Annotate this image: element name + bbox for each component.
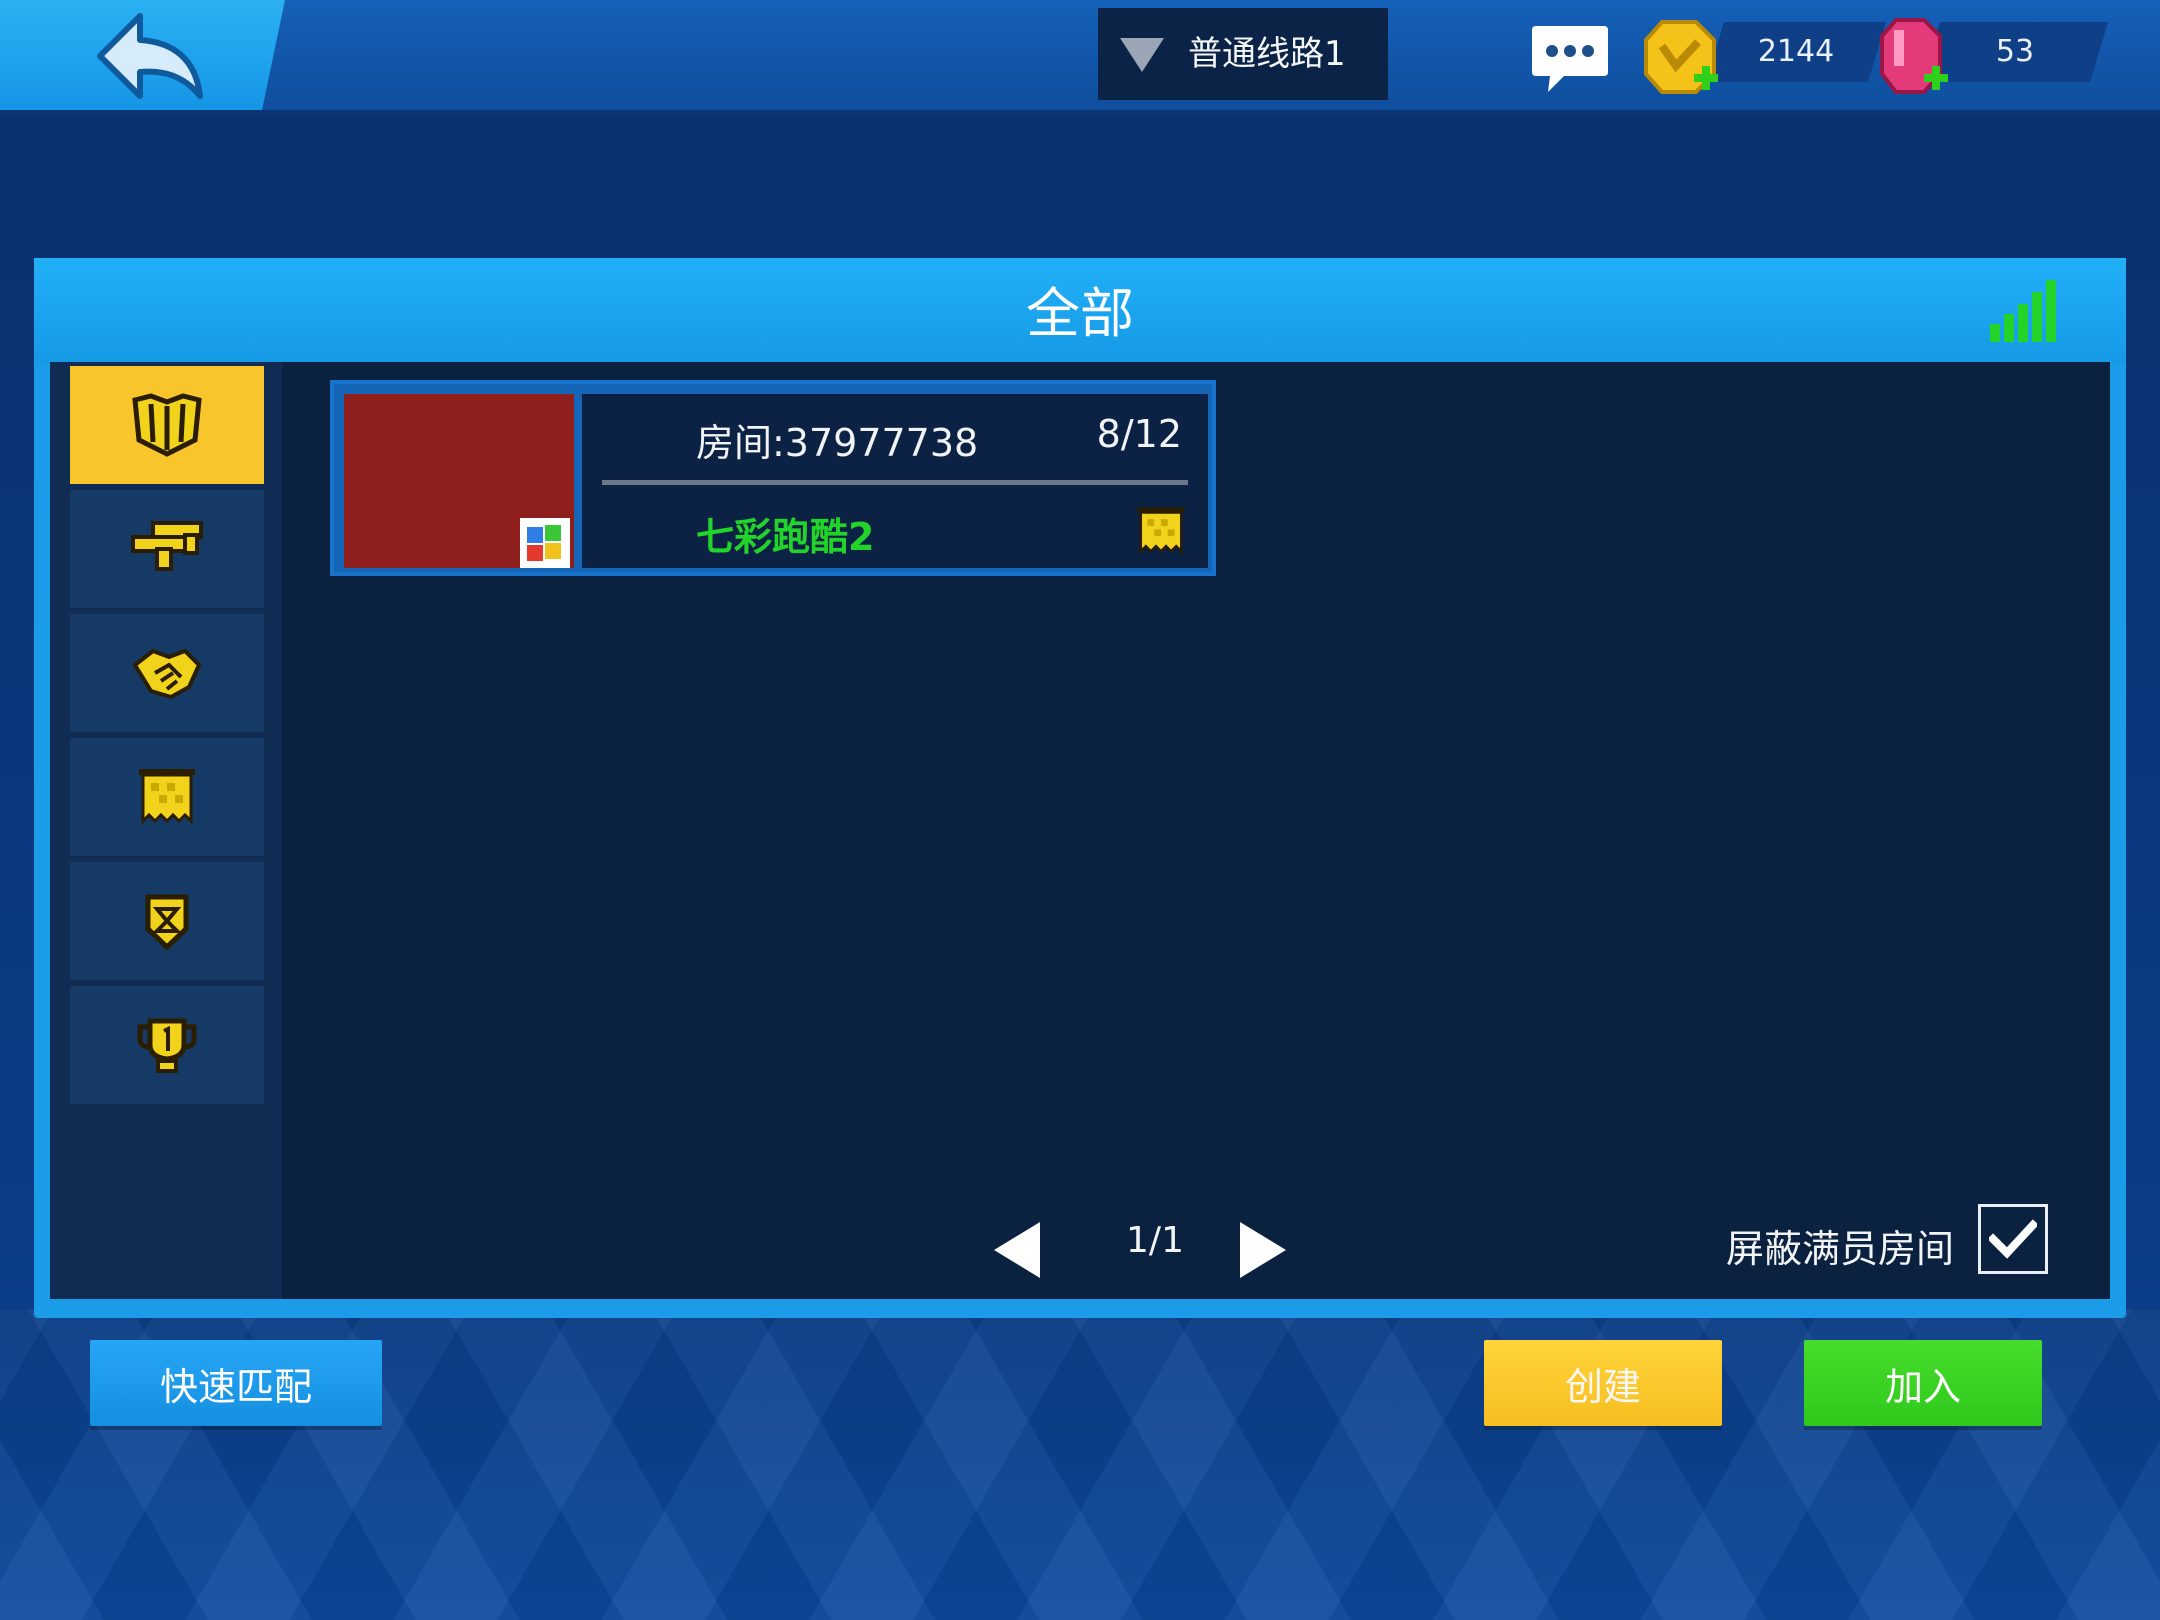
server-select[interactable]: 普通线路1 xyxy=(1098,8,1388,100)
top-bar: 普通线路1 2144 53 xyxy=(0,0,2160,114)
back-arrow-icon xyxy=(97,13,203,99)
checkmark-icon xyxy=(1989,1219,2037,1259)
create-room-button[interactable]: 创建 xyxy=(1484,1340,1722,1426)
panel-header: 全部 xyxy=(34,258,2126,362)
join-room-button[interactable]: 加入 xyxy=(1804,1340,2042,1426)
room-map-name: 七彩跑酷2 xyxy=(696,515,875,559)
room-card[interactable]: 房间:37977738 8/12 七彩跑酷2 xyxy=(330,380,1216,576)
panel-title: 全部 xyxy=(1026,282,1134,345)
category-guns[interactable] xyxy=(70,490,264,608)
quick-match-button[interactable]: 快速匹配 xyxy=(90,1340,382,1426)
handshake-icon xyxy=(132,648,202,700)
coin-value: 2144 xyxy=(1757,34,1835,69)
category-all[interactable] xyxy=(70,366,264,484)
next-page-icon[interactable] xyxy=(1236,1218,1292,1282)
category-badge[interactable] xyxy=(70,862,264,980)
flag-icon xyxy=(1137,507,1185,555)
trophy-icon xyxy=(137,1018,197,1073)
flag-icon xyxy=(139,769,195,825)
gem-icon[interactable] xyxy=(1876,16,1952,98)
all-modes-icon xyxy=(132,393,202,457)
category-sidebar xyxy=(50,362,282,1299)
server-label: 普通线路1 xyxy=(1188,34,1346,74)
guns-icon xyxy=(131,521,203,571)
room-player-count: 8/12 xyxy=(1096,412,1182,456)
panel-body: 房间:37977738 8/12 七彩跑酷2 1/1 屏蔽满员房间 xyxy=(50,362,2110,1299)
hide-full-checkbox[interactable] xyxy=(1978,1204,2048,1274)
coin-icon[interactable] xyxy=(1640,16,1722,98)
category-team[interactable] xyxy=(70,614,264,732)
room-divider xyxy=(602,480,1188,485)
badge-icon xyxy=(145,894,189,951)
category-flag[interactable] xyxy=(70,738,264,856)
room-info: 房间:37977738 8/12 七彩跑酷2 xyxy=(582,394,1208,568)
signal-strength-icon xyxy=(1990,280,2056,342)
dropdown-triangle-icon xyxy=(1120,38,1164,72)
hide-full-label: 屏蔽满员房间 xyxy=(1726,1227,1955,1271)
colorful-mode-icon xyxy=(520,518,570,568)
coin-counter: 2144 xyxy=(1706,22,1886,82)
back-button[interactable] xyxy=(0,0,285,110)
chat-bubble-icon[interactable] xyxy=(1528,22,1612,98)
room-list-panel: 全部 房间:37977738 8/12 七彩跑酷2 1/1 屏蔽满员房间 xyxy=(34,258,2126,1318)
room-thumbnail xyxy=(344,394,574,568)
page-indicator: 1/1 xyxy=(1126,1220,1184,1261)
room-id: 房间:37977738 xyxy=(696,421,979,465)
category-trophy[interactable] xyxy=(70,986,264,1104)
prev-page-icon[interactable] xyxy=(988,1218,1044,1282)
